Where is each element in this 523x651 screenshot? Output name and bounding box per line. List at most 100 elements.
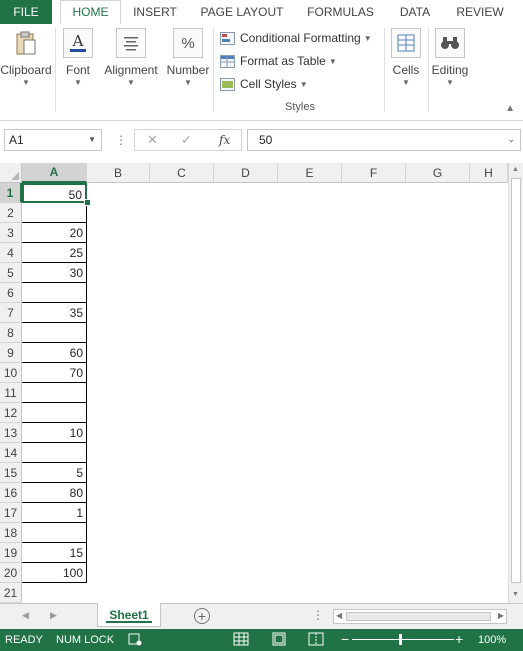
row-header-5[interactable]: 5 xyxy=(0,263,22,283)
tab-insert[interactable]: INSERT xyxy=(126,0,184,24)
column-header-c[interactable]: C xyxy=(150,163,214,183)
column-header-b[interactable]: B xyxy=(87,163,150,183)
cell-a6[interactable] xyxy=(22,283,87,303)
normal-view-icon[interactable] xyxy=(233,632,249,646)
column-header-g[interactable]: G xyxy=(406,163,470,183)
cell-a20[interactable]: 100 xyxy=(22,563,87,583)
previous-sheet-icon[interactable]: ◀ xyxy=(22,610,29,621)
add-sheet-icon[interactable]: + xyxy=(194,608,210,624)
row-header-17[interactable]: 17 xyxy=(0,503,22,523)
cell-a17[interactable]: 1 xyxy=(22,503,87,523)
editing-button[interactable]: Editing ▼ xyxy=(428,28,472,87)
cell-a4[interactable]: 25 xyxy=(22,243,87,263)
empty-grid-area[interactable] xyxy=(87,183,508,603)
collapse-ribbon-icon[interactable]: ▲ xyxy=(505,103,515,114)
cell-a7[interactable]: 35 xyxy=(22,303,87,323)
select-all-button[interactable] xyxy=(0,163,22,183)
row-header-10[interactable]: 10 xyxy=(0,363,22,383)
row-header-1[interactable]: 1 xyxy=(0,183,22,203)
cells-button[interactable]: Cells ▼ xyxy=(390,28,422,87)
formula-input[interactable]: 50 ⌄ xyxy=(247,129,521,151)
fill-handle[interactable] xyxy=(84,199,91,206)
row-header-11[interactable]: 11 xyxy=(0,383,22,403)
chevron-down-icon[interactable]: ⌄ xyxy=(507,134,515,145)
enter-icon[interactable]: ✓ xyxy=(181,132,192,148)
next-sheet-icon[interactable]: ▶ xyxy=(50,610,57,621)
row-header-21[interactable]: 21 xyxy=(0,583,22,603)
row-header-19[interactable]: 19 xyxy=(0,543,22,563)
cell-a19[interactable]: 15 xyxy=(22,543,87,563)
cell-a15[interactable]: 5 xyxy=(22,463,87,483)
row-header-9[interactable]: 9 xyxy=(0,343,22,363)
row-header-6[interactable]: 6 xyxy=(0,283,22,303)
zoom-level[interactable]: 100% xyxy=(478,634,506,646)
sheet-tab-sheet1[interactable]: Sheet1 xyxy=(97,603,161,627)
row-header-13[interactable]: 13 xyxy=(0,423,22,443)
column-header-d[interactable]: D xyxy=(214,163,278,183)
cells-icon xyxy=(391,28,421,58)
splitter-icon[interactable]: ⋮ xyxy=(312,608,324,622)
cell-a5[interactable]: 30 xyxy=(22,263,87,283)
cell-a13[interactable]: 10 xyxy=(22,423,87,443)
chevron-down-icon[interactable]: ▼ xyxy=(88,135,96,144)
zoom-slider-thumb[interactable] xyxy=(399,634,402,645)
cell-a9[interactable]: 60 xyxy=(22,343,87,363)
cell-a8[interactable] xyxy=(22,323,87,343)
row-header-8[interactable]: 8 xyxy=(0,323,22,343)
conditional-formatting-button[interactable]: Conditional Formatting ▼ xyxy=(220,28,372,48)
zoom-slider[interactable] xyxy=(352,639,454,640)
cell-styles-button[interactable]: Cell Styles ▼ xyxy=(220,74,308,94)
cell-a18[interactable] xyxy=(22,523,87,543)
column-header-f[interactable]: F xyxy=(342,163,406,183)
scroll-right-icon[interactable]: ▶ xyxy=(498,611,504,620)
tab-review[interactable]: REVIEW xyxy=(449,0,511,24)
format-as-table-button[interactable]: Format as Table ▼ xyxy=(220,51,337,71)
row-header-2[interactable]: 2 xyxy=(0,203,22,223)
cell-a2[interactable] xyxy=(22,203,87,223)
row-header-12[interactable]: 12 xyxy=(0,403,22,423)
number-button[interactable]: % Number ▼ xyxy=(165,28,211,87)
tab-home[interactable]: HOME xyxy=(60,0,121,24)
file-tab[interactable]: FILE xyxy=(0,0,52,24)
scroll-left-icon[interactable]: ◀ xyxy=(336,611,342,620)
column-header-e[interactable]: E xyxy=(278,163,342,183)
horizontal-scrollbar[interactable]: ◀ ▶ xyxy=(333,609,507,624)
column-header-a[interactable]: A xyxy=(22,163,87,183)
formula-bar-grip-icon[interactable]: ⋮ xyxy=(115,133,127,147)
scroll-down-icon[interactable]: ▼ xyxy=(512,591,519,598)
zoom-out-icon[interactable]: − xyxy=(341,631,349,647)
font-button[interactable]: A Font ▼ xyxy=(60,28,96,87)
cell-a1[interactable]: 50 xyxy=(22,183,87,203)
tab-data[interactable]: DATA xyxy=(391,0,439,24)
scroll-up-icon[interactable]: ▲ xyxy=(512,166,519,173)
name-box[interactable]: A1 ▼ xyxy=(4,129,102,151)
horizontal-scroll-thumb[interactable] xyxy=(346,612,491,621)
cell-a3[interactable]: 20 xyxy=(22,223,87,243)
row-header-20[interactable]: 20 xyxy=(0,563,22,583)
row-header-3[interactable]: 3 xyxy=(0,223,22,243)
row-header-7[interactable]: 7 xyxy=(0,303,22,323)
clipboard-button[interactable]: Clipboard ▼ xyxy=(0,28,52,87)
row-header-14[interactable]: 14 xyxy=(0,443,22,463)
cell-a16[interactable]: 80 xyxy=(22,483,87,503)
vertical-scrollbar[interactable]: ▲ ▼ xyxy=(508,163,523,603)
cancel-icon[interactable]: ✕ xyxy=(147,132,158,148)
column-header-h[interactable]: H xyxy=(470,163,508,183)
page-layout-view-icon[interactable] xyxy=(271,632,287,646)
macro-record-icon[interactable] xyxy=(128,632,142,649)
cell-a10[interactable]: 70 xyxy=(22,363,87,383)
alignment-button[interactable]: Alignment ▼ xyxy=(102,28,160,87)
insert-function-icon[interactable]: fx xyxy=(219,133,230,147)
tab-formulas[interactable]: FORMULAS xyxy=(300,0,381,24)
zoom-in-icon[interactable]: + xyxy=(455,631,463,647)
row-header-15[interactable]: 15 xyxy=(0,463,22,483)
vertical-scroll-thumb[interactable] xyxy=(511,178,521,583)
tab-page-layout[interactable]: PAGE LAYOUT xyxy=(194,0,290,24)
row-header-16[interactable]: 16 xyxy=(0,483,22,503)
cell-a11[interactable] xyxy=(22,383,87,403)
page-break-view-icon[interactable] xyxy=(308,632,324,646)
cell-a14[interactable] xyxy=(22,443,87,463)
row-header-18[interactable]: 18 xyxy=(0,523,22,543)
row-header-4[interactable]: 4 xyxy=(0,243,22,263)
cell-a12[interactable] xyxy=(22,403,87,423)
